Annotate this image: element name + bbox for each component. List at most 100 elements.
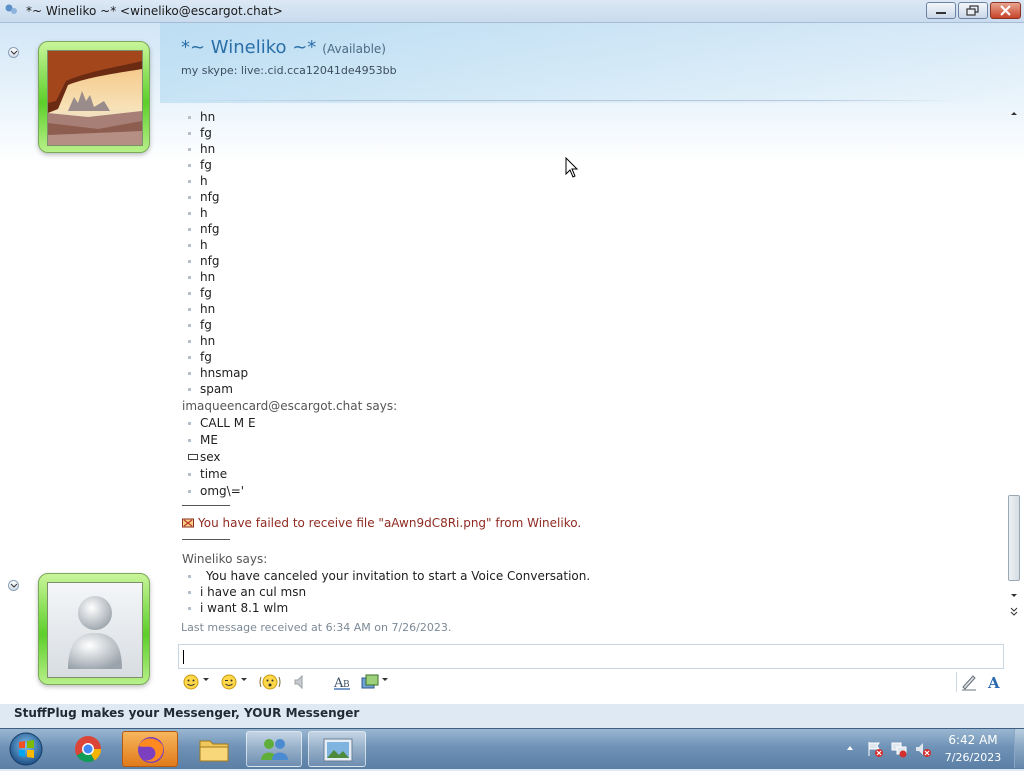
arch-landscape-image (48, 51, 142, 145)
message-line: i want 8.1 wlm (200, 601, 289, 615)
chrome-icon (75, 736, 102, 763)
title-bar[interactable]: *~ Wineliko ~* <wineliko@escargot.chat> (0, 0, 1024, 23)
scroll-thumb[interactable] (1008, 495, 1020, 581)
contact-status: (Available) (322, 42, 386, 56)
list-bullet (188, 116, 191, 119)
list-bullet (188, 324, 191, 327)
list-bullet (188, 164, 191, 167)
close-button[interactable] (990, 2, 1021, 19)
wink-dropdown-arrow[interactable] (241, 678, 247, 681)
collapse-contact-button[interactable] (8, 47, 19, 58)
message-line: hn (200, 110, 216, 124)
list-bullet (188, 196, 191, 199)
voice-clip-icon[interactable] (292, 672, 310, 692)
default-user-icon (68, 596, 122, 669)
taskbar-file-explorer[interactable] (186, 731, 242, 767)
taskbar-image-viewer[interactable] (308, 731, 366, 767)
network-icon[interactable] (890, 740, 908, 758)
list-bullet (188, 473, 191, 476)
minimize-button[interactable] (926, 2, 956, 19)
scroll-to-end-icon[interactable] (1007, 605, 1021, 619)
message-line: time (200, 467, 228, 481)
image-viewer-icon (323, 738, 353, 762)
message-line: hn (200, 270, 216, 284)
message-line: fg (200, 318, 212, 332)
message-line: i have an cul msn (200, 585, 307, 599)
list-bullet (188, 575, 191, 578)
message-line: hnsmap (200, 366, 249, 380)
messenger-app-icon (5, 4, 17, 14)
firefox-icon (138, 737, 164, 763)
restore-button[interactable] (958, 2, 988, 19)
message-line: ME (200, 433, 218, 447)
list-bullet (188, 422, 191, 425)
close-icon (1000, 5, 1011, 16)
formatting-toolbar: A B A (178, 669, 1004, 695)
chevron-down-icon (10, 583, 18, 588)
status-bar-text: StuffPlug makes your Messenger, YOUR Mes… (14, 706, 360, 720)
list-bullet (188, 591, 191, 594)
message-line: spam (200, 382, 233, 396)
taskbar-messenger[interactable] (246, 731, 302, 767)
clock-time[interactable]: 6:42 AM (940, 733, 1006, 747)
conversation-history[interactable]: hn fg hn fg h nfg h nfg h nfg hn fg hn f… (180, 107, 1004, 632)
start-orb-icon[interactable] (4, 730, 48, 768)
self-avatar[interactable] (38, 573, 150, 685)
collapse-self-button[interactable] (8, 580, 19, 591)
background-dropdown-arrow[interactable] (382, 678, 388, 681)
message-line: CALL M E (200, 416, 256, 430)
show-desktop-button[interactable] (1014, 729, 1024, 768)
show-hidden-icons-arrow[interactable] (845, 743, 855, 753)
list-bullet (188, 490, 191, 493)
missing-glyph-icon (188, 454, 198, 460)
messenger-icon (261, 739, 288, 760)
list-bullet (188, 356, 191, 359)
message-separator (182, 539, 230, 540)
header-background (160, 23, 1024, 103)
wink-icon[interactable] (220, 672, 238, 692)
header-divider (180, 100, 960, 101)
contact-avatar[interactable] (38, 41, 150, 153)
list-bullet (188, 244, 191, 247)
message-line: nfg (200, 222, 220, 236)
emoticon-icon[interactable] (182, 672, 200, 692)
self-display-picture (47, 582, 143, 678)
list-bullet (188, 212, 191, 215)
contact-personal-message: my skype: live:.cid.cca12041de4953bb (181, 64, 397, 77)
volume-muted-icon[interactable] (914, 740, 932, 758)
background-icon[interactable] (360, 672, 380, 692)
message-line: fg (200, 286, 212, 300)
handwriting-icon[interactable] (960, 672, 978, 692)
message-line: hn (200, 334, 216, 348)
contact-display-name: *~ Wineliko ~* (181, 37, 317, 58)
list-bullet (188, 276, 191, 279)
emoticon-dropdown-arrow[interactable] (203, 678, 209, 681)
taskbar-firefox[interactable] (122, 731, 178, 767)
message-line: omg\=' (200, 484, 245, 498)
message-input[interactable] (178, 644, 1004, 669)
font-icon[interactable]: A B (332, 672, 354, 692)
text-style-icon[interactable]: A (986, 672, 1002, 692)
list-bullet (188, 340, 191, 343)
minimize-icon (936, 12, 946, 14)
message-line: sex (200, 450, 221, 464)
list-bullet (188, 607, 191, 610)
message-line: hn (200, 302, 216, 316)
text-caret (183, 650, 184, 664)
message-line: nfg (200, 190, 220, 204)
conversation-scrollbar[interactable] (1007, 107, 1021, 603)
message-line: h (200, 206, 208, 220)
scroll-up-arrow-icon[interactable] (1007, 107, 1021, 119)
message-line: fg (200, 350, 212, 364)
scroll-down-arrow-icon[interactable] (1007, 590, 1021, 602)
taskbar-chrome[interactable] (60, 731, 116, 767)
contact-display-picture (47, 50, 143, 146)
message-sender: imaqueencard@escargot.chat says: (182, 399, 398, 413)
action-center-flag-icon[interactable] (866, 740, 884, 758)
clock-date[interactable]: 7/26/2023 (940, 751, 1006, 764)
message-sender: Wineliko says: (182, 552, 268, 566)
file-explorer-icon (199, 740, 229, 762)
nudge-icon[interactable] (258, 672, 282, 692)
last-message-timestamp: Last message received at 6:34 AM on 7/26… (181, 621, 452, 634)
list-bullet (188, 260, 191, 263)
